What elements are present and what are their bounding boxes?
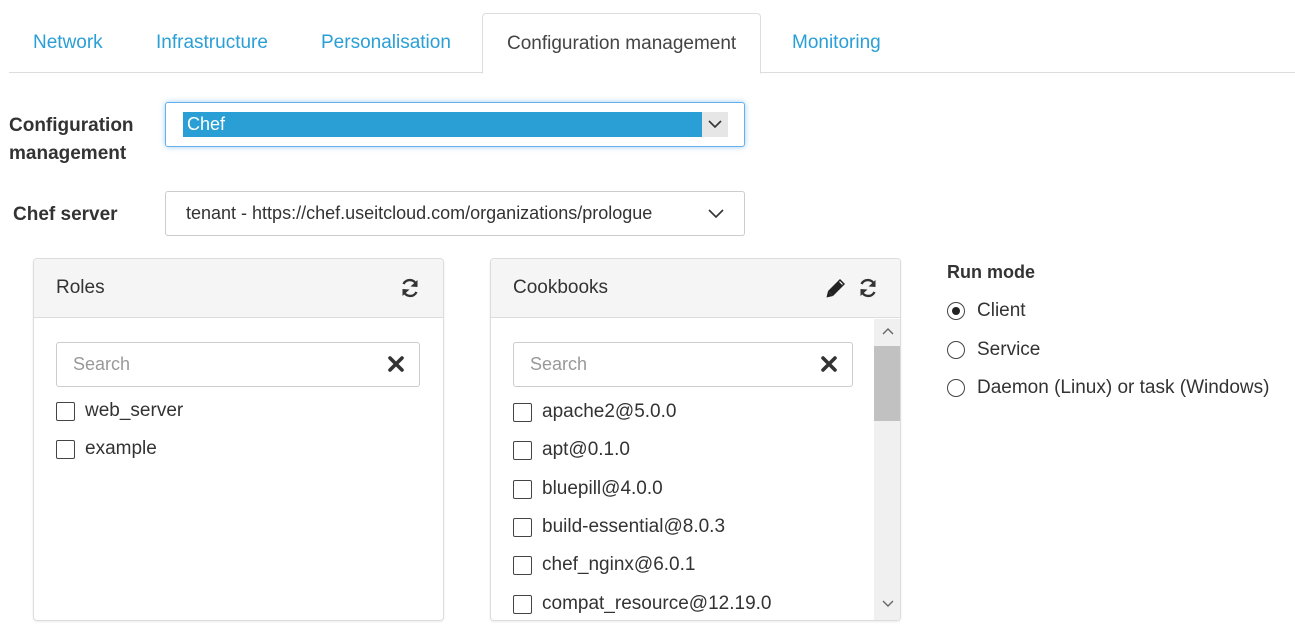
chef-server-value: tenant - https://chef.useitcloud.com/org… xyxy=(186,203,653,223)
config-management-value: Chef xyxy=(183,112,719,137)
radio-button[interactable] xyxy=(947,379,965,397)
checkbox[interactable] xyxy=(513,556,532,575)
cookbook-label: bluepill@4.0.0 xyxy=(542,478,663,499)
tab-infrastructure[interactable]: Infrastructure xyxy=(132,13,292,73)
tab-personalisation[interactable]: Personalisation xyxy=(297,13,475,73)
role-label: web_server xyxy=(85,400,184,421)
config-management-select[interactable]: Chef xyxy=(165,102,745,147)
cookbook-label: compat_resource@12.19.0 xyxy=(542,593,772,614)
chevron-down-icon[interactable] xyxy=(702,112,728,137)
cookbook-label: chef_nginx@6.0.1 xyxy=(542,554,696,575)
cookbook-label: build-essential@8.0.3 xyxy=(542,516,726,537)
radio-button[interactable] xyxy=(947,341,965,359)
cookbooks-panel: Cookbooks apache2@5.0.0 apt@0.1 xyxy=(490,258,901,621)
run-mode-option-label: Daemon (Linux) or task (Windows) xyxy=(977,377,1270,398)
cookbooks-search-field[interactable] xyxy=(513,342,853,387)
checkbox[interactable] xyxy=(56,440,75,459)
chevron-down-icon xyxy=(706,205,726,228)
roles-search-field[interactable] xyxy=(56,342,420,387)
chef-server-select[interactable]: tenant - https://chef.useitcloud.com/org… xyxy=(165,191,745,236)
roles-panel: Roles web_server example xyxy=(33,258,444,621)
checkbox[interactable] xyxy=(513,403,532,422)
refresh-icon[interactable] xyxy=(399,277,421,304)
tab-configuration-management[interactable]: Configuration management xyxy=(482,13,762,74)
roles-panel-header: Roles xyxy=(34,259,443,318)
run-mode-option-label: Client xyxy=(977,300,1026,321)
cookbooks-scrollbar[interactable] xyxy=(874,319,900,620)
tab-bar: Network Infrastructure Personalisation C… xyxy=(9,13,1295,74)
role-label: example xyxy=(85,438,157,459)
config-management-label: Configuration management xyxy=(9,115,134,164)
cookbooks-search-input[interactable] xyxy=(530,343,790,386)
checkbox[interactable] xyxy=(513,480,532,499)
scrollbar-thumb[interactable] xyxy=(874,346,900,421)
radio-button[interactable] xyxy=(947,302,965,320)
refresh-icon[interactable] xyxy=(857,277,879,304)
checkbox[interactable] xyxy=(56,402,75,421)
pencil-icon[interactable] xyxy=(825,277,847,304)
scroll-up-icon[interactable] xyxy=(881,324,895,342)
chef-server-label: Chef server xyxy=(13,204,118,225)
cookbook-label: apache2@5.0.0 xyxy=(542,401,677,422)
tab-network[interactable]: Network xyxy=(9,13,127,73)
roles-title: Roles xyxy=(56,277,105,298)
checkbox[interactable] xyxy=(513,441,532,460)
run-mode-option-label: Service xyxy=(977,339,1041,360)
cookbooks-title: Cookbooks xyxy=(513,277,609,298)
tab-monitoring[interactable]: Monitoring xyxy=(768,13,905,73)
cookbooks-panel-header: Cookbooks xyxy=(491,259,900,318)
run-mode-title: Run mode xyxy=(947,262,1035,282)
clear-icon[interactable] xyxy=(387,355,405,378)
scroll-down-icon[interactable] xyxy=(881,597,895,615)
checkbox[interactable] xyxy=(513,595,532,614)
cookbook-label: apt@0.1.0 xyxy=(542,439,630,460)
roles-search-input[interactable] xyxy=(73,343,333,386)
checkbox[interactable] xyxy=(513,518,532,537)
clear-icon[interactable] xyxy=(820,355,838,378)
